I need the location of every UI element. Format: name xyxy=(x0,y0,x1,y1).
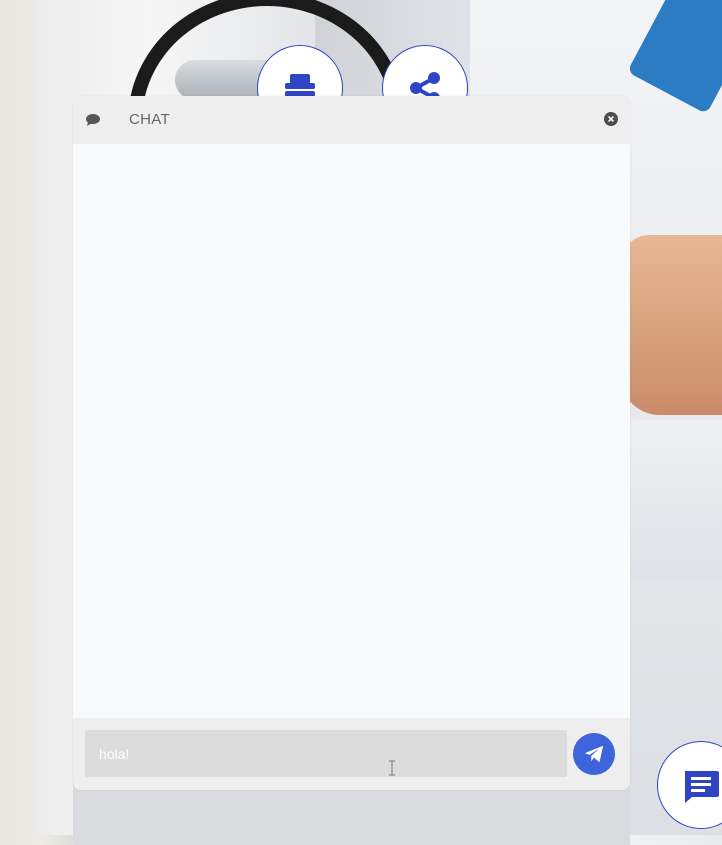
close-button[interactable] xyxy=(604,112,618,126)
chat-title: CHAT xyxy=(129,111,170,128)
background-sleeve xyxy=(620,420,722,580)
message-icon xyxy=(685,771,719,803)
chat-window-shadow xyxy=(73,785,630,845)
send-icon xyxy=(584,745,604,763)
chat-bubble-icon xyxy=(86,114,100,126)
chat-footer xyxy=(73,718,630,790)
background-arm xyxy=(620,235,722,415)
message-input[interactable] xyxy=(85,730,567,777)
chat-window: CHAT xyxy=(73,96,630,790)
send-button[interactable] xyxy=(573,733,615,775)
chat-header: CHAT xyxy=(73,96,630,144)
chat-messages-area[interactable] xyxy=(73,144,630,718)
close-icon xyxy=(608,116,614,122)
text-cursor-icon xyxy=(389,760,395,776)
